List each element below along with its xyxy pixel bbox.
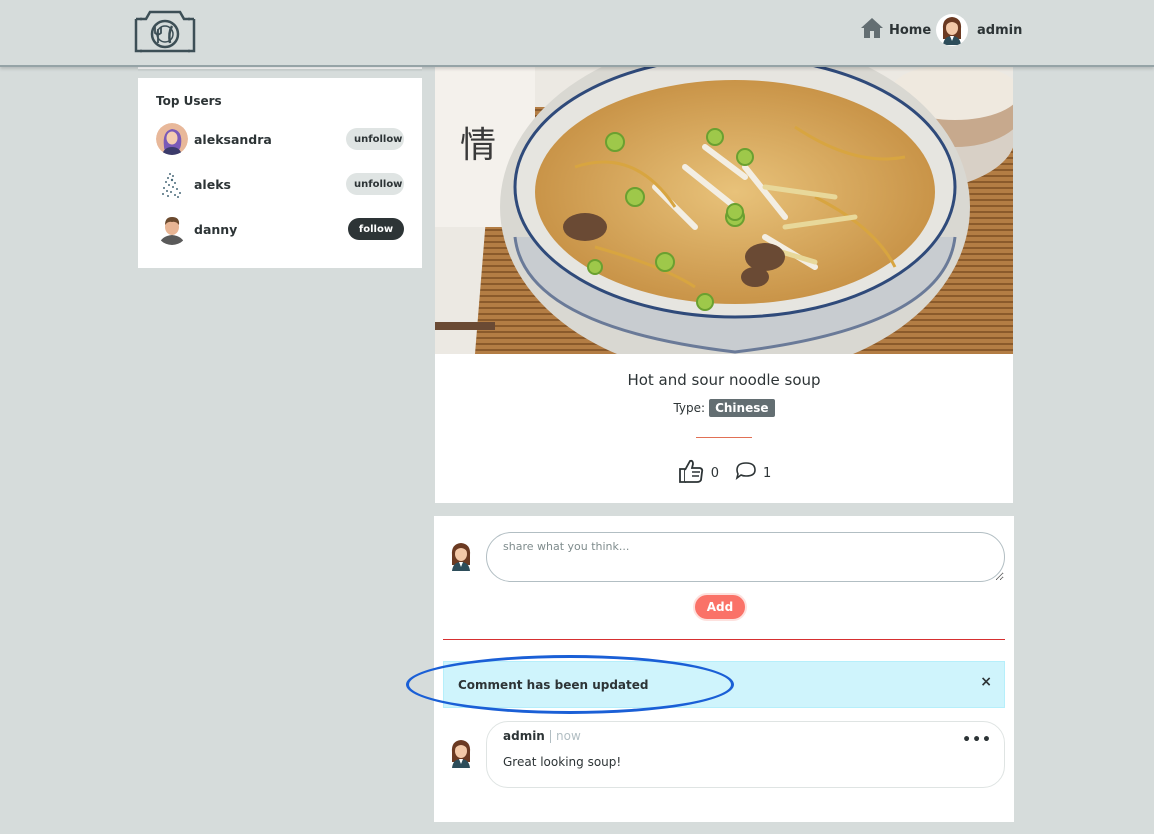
nav-user-label: admin [977, 22, 1023, 38]
type-badge[interactable]: Chinese [709, 399, 775, 417]
user-name[interactable]: danny [194, 222, 237, 237]
divider [443, 639, 1005, 640]
recipe-image[interactable]: 情 [435, 67, 1013, 354]
user-row-aleks: aleks unfollow [156, 168, 404, 200]
nav-user-menu[interactable]: admin [936, 14, 1022, 46]
avatar[interactable] [156, 123, 188, 155]
top-users-panel: Top Users aleksandra unfollow aleks unfo… [138, 78, 422, 268]
more-options-icon[interactable]: ••• [962, 732, 992, 748]
recipe-stats: 0 1 [435, 457, 1013, 489]
user-row-aleksandra: aleksandra unfollow [156, 123, 404, 155]
comments-button[interactable]: 1 [735, 461, 771, 485]
camera-plate-logo-icon[interactable] [134, 9, 196, 53]
avatar [445, 540, 477, 572]
alert-message: Comment has been updated [458, 677, 649, 692]
recipe-card: 情 Hot and sour noodle soup Type: Chinese… [435, 67, 1013, 503]
top-users-title: Top Users [156, 94, 222, 108]
comment-text: Great looking soup! [503, 755, 622, 769]
comments-count: 1 [763, 465, 772, 481]
separator [550, 730, 551, 743]
add-comment-button[interactable]: Add [693, 593, 747, 621]
nav-home-link[interactable]: Home [860, 18, 931, 42]
recipe-type: Type: Chinese [435, 399, 1013, 417]
type-label: Type: [673, 401, 706, 415]
avatar[interactable] [156, 213, 188, 245]
like-button[interactable]: 0 [677, 457, 719, 489]
follow-button[interactable]: follow [348, 218, 404, 240]
comment-icon [735, 461, 757, 485]
navbar: Home admin [0, 0, 1154, 67]
comment-author[interactable]: admin [503, 729, 545, 743]
home-icon [860, 17, 884, 43]
user-name[interactable]: aleks [194, 177, 231, 192]
user-name[interactable]: aleksandra [194, 132, 272, 147]
comment-input[interactable] [486, 532, 1005, 582]
unfollow-button[interactable]: unfollow [346, 173, 404, 195]
avatar [445, 737, 477, 769]
thumbs-up-icon [677, 457, 705, 489]
user-row-danny: danny follow [156, 213, 404, 245]
svg-text:情: 情 [460, 125, 496, 166]
recipe-title: Hot and sour noodle soup [627, 371, 821, 389]
unfollow-button[interactable]: unfollow [346, 128, 404, 150]
close-icon[interactable]: × [980, 674, 992, 690]
comments-card: Add Comment has been updated × admin now… [434, 516, 1014, 822]
divider [696, 437, 752, 438]
success-alert: Comment has been updated × [443, 661, 1005, 708]
nav-home-label: Home [889, 22, 932, 38]
avatar [936, 14, 968, 46]
avatar[interactable] [156, 168, 188, 200]
comment-time: now [556, 729, 581, 743]
likes-count: 0 [710, 465, 719, 481]
comment-item: admin now Great looking soup! ••• [486, 721, 1005, 788]
